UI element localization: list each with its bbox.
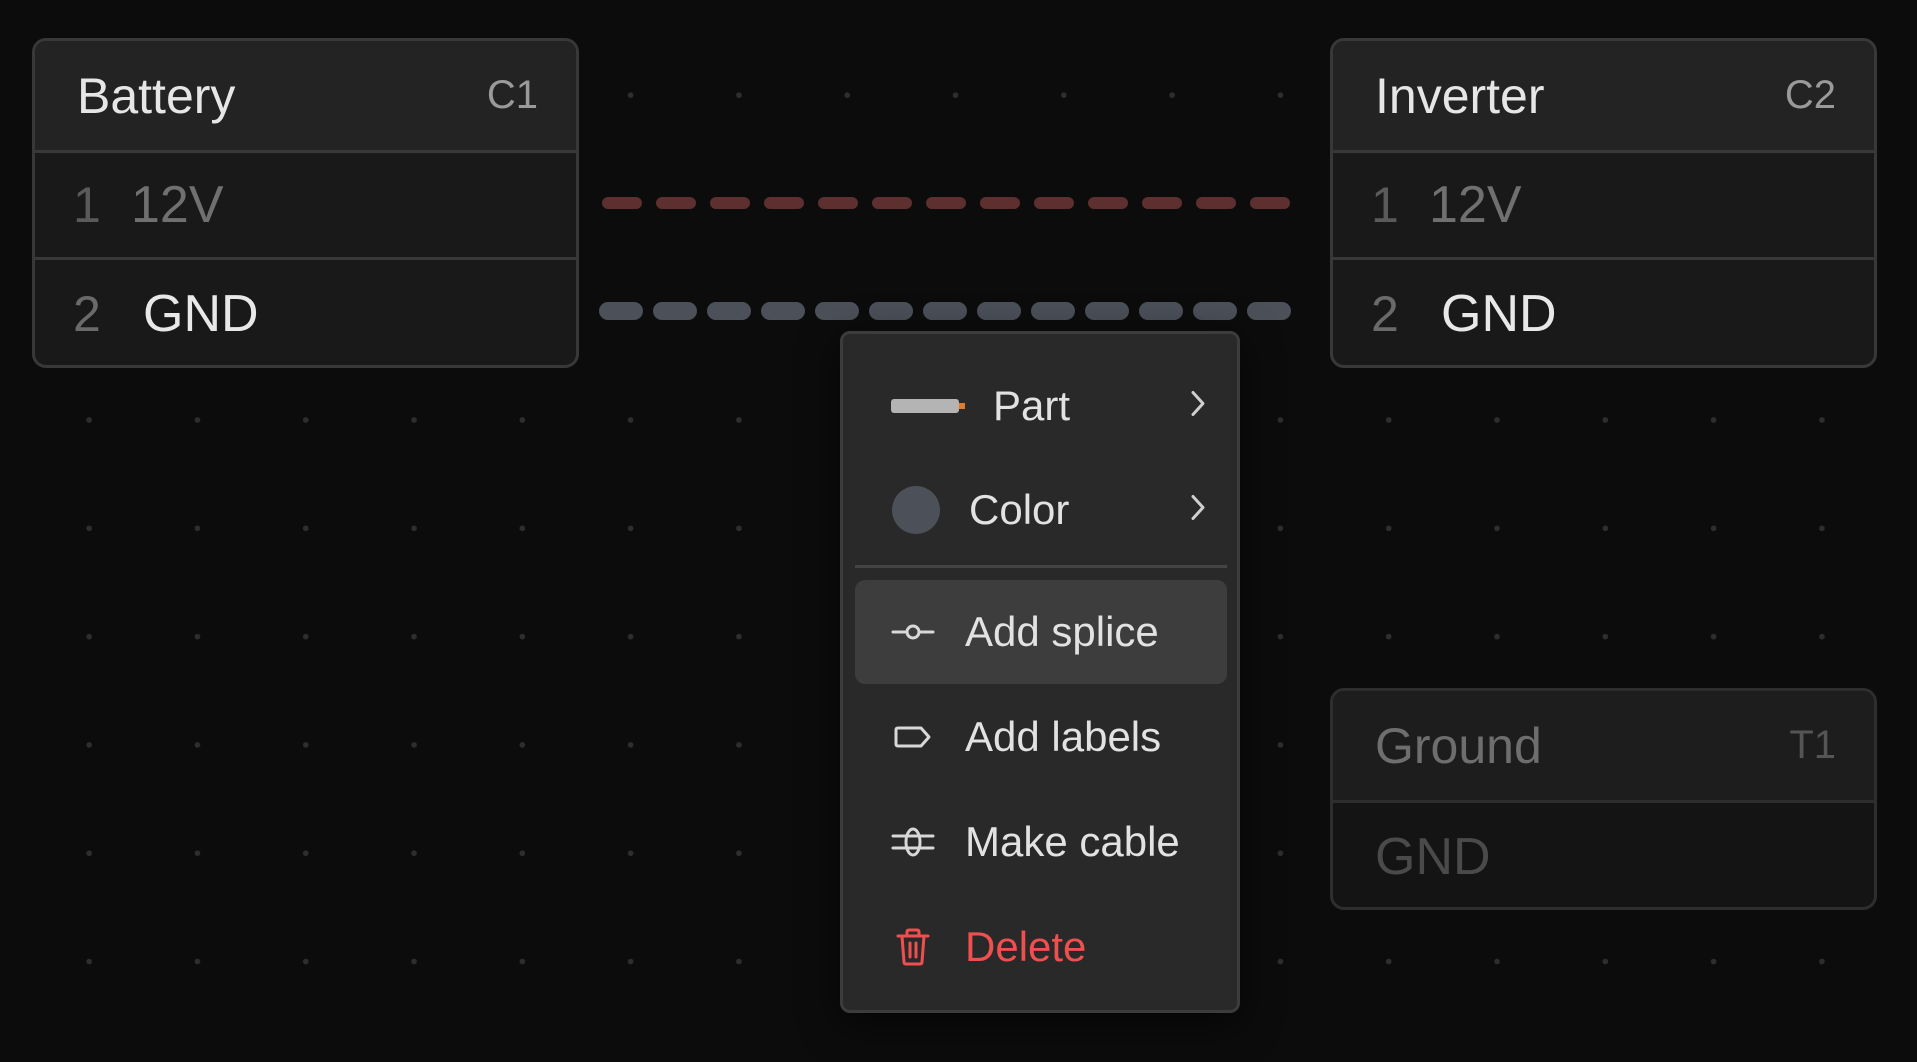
pin-label: GND bbox=[143, 284, 259, 343]
pin-row[interactable]: 1 12V bbox=[1333, 153, 1874, 260]
pin-label: GND bbox=[1375, 827, 1491, 886]
menu-item-color[interactable]: Color bbox=[855, 458, 1227, 562]
trash-icon bbox=[891, 928, 935, 966]
menu-item-label: Add labels bbox=[965, 713, 1162, 760]
menu-item-make-cable[interactable]: Make cable bbox=[855, 790, 1227, 894]
connector-header[interactable]: Ground T1 bbox=[1333, 691, 1874, 803]
pin-number: 2 bbox=[73, 285, 101, 342]
menu-divider bbox=[855, 565, 1227, 568]
pin-label: GND bbox=[1441, 284, 1557, 343]
connector-header[interactable]: Inverter C2 bbox=[1333, 41, 1874, 153]
pin-row[interactable]: GND bbox=[1333, 803, 1874, 907]
pin-row[interactable]: 2 GND bbox=[1333, 260, 1874, 365]
wire-context-menu: Part Color Add splice Add labels Make ca… bbox=[840, 331, 1240, 1013]
pin-label: 12V bbox=[131, 176, 224, 234]
connector-id: C2 bbox=[1784, 73, 1836, 117]
menu-item-delete[interactable]: Delete bbox=[855, 895, 1227, 999]
terminal-ground[interactable]: Ground T1 GND bbox=[1330, 688, 1877, 910]
menu-item-add-splice[interactable]: Add splice bbox=[855, 580, 1227, 684]
connector-id: T1 bbox=[1789, 723, 1836, 767]
menu-item-label: Add splice bbox=[965, 608, 1159, 655]
label-tag-icon bbox=[891, 724, 935, 750]
menu-item-label: Make cable bbox=[965, 818, 1180, 865]
wiring-canvas[interactable]: Battery C1 1 12V 2 GND Inverter C2 1 12V… bbox=[0, 0, 1917, 1062]
connector-title: Inverter bbox=[1375, 67, 1545, 124]
pin-row[interactable]: 2 GND bbox=[35, 260, 576, 365]
cable-icon bbox=[891, 826, 935, 858]
connector-title: Battery bbox=[77, 67, 236, 124]
menu-item-add-labels[interactable]: Add labels bbox=[855, 685, 1227, 789]
wire-part-icon bbox=[891, 397, 965, 415]
pin-row[interactable]: 1 12V bbox=[35, 153, 576, 260]
menu-item-label: Part bbox=[993, 382, 1071, 429]
splice-icon bbox=[891, 620, 935, 644]
chevron-right-icon bbox=[1189, 389, 1207, 424]
menu-item-label: Delete bbox=[965, 923, 1087, 970]
pin-number: 1 bbox=[73, 177, 101, 233]
connector-battery[interactable]: Battery C1 1 12V 2 GND bbox=[32, 38, 579, 368]
pin-number: 1 bbox=[1371, 177, 1399, 233]
pin-label: 12V bbox=[1429, 176, 1522, 234]
connector-header[interactable]: Battery C1 bbox=[35, 41, 576, 153]
connector-id: C1 bbox=[486, 73, 538, 117]
menu-item-label: Color bbox=[969, 486, 1070, 533]
color-swatch-icon bbox=[891, 485, 941, 535]
connector-inverter[interactable]: Inverter C2 1 12V 2 GND bbox=[1330, 38, 1877, 368]
chevron-right-icon bbox=[1189, 493, 1207, 528]
connector-title: Ground bbox=[1375, 717, 1542, 774]
menu-item-part[interactable]: Part bbox=[855, 354, 1227, 458]
pin-number: 2 bbox=[1371, 285, 1399, 342]
